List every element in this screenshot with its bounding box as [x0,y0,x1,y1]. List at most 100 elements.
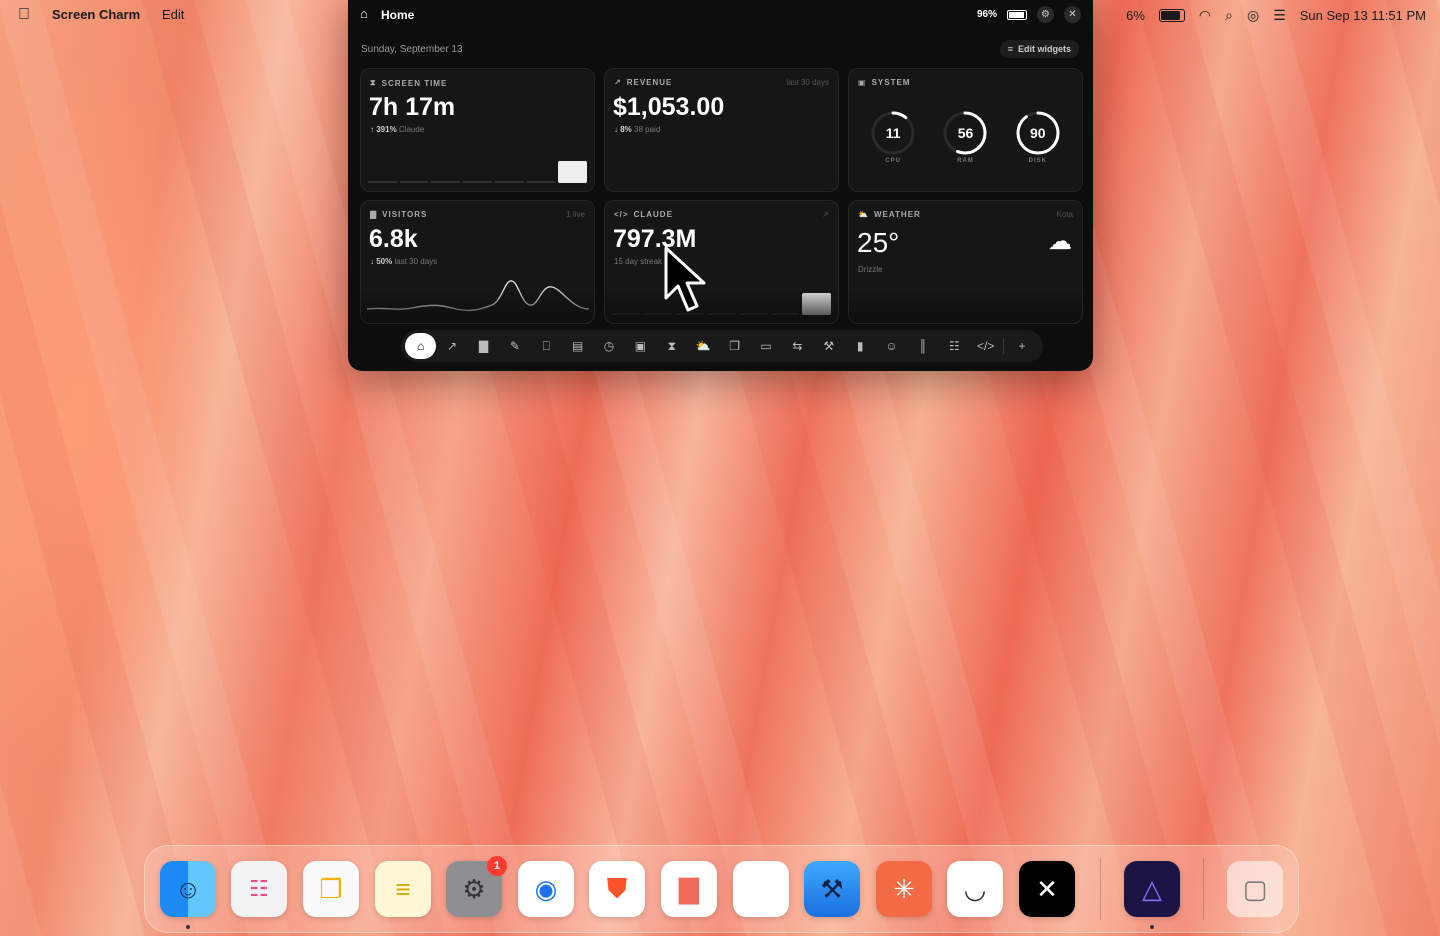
revenue-change: 8% [620,125,632,134]
battery-icon[interactable] [1158,8,1185,22]
panel-date: Sunday, September 13 [361,44,463,55]
weather-tab-icon[interactable]: ⛅ [688,333,719,359]
running-indicator [186,925,190,929]
visitors-label: VISITORS [382,210,428,219]
open-external-icon[interactable]: ↗ [822,210,829,219]
revenue-value: $1,053.00 [613,93,725,121]
revenue-widget[interactable]: ↗ REVENUE last 30 days $1,053.00 ↓ 8% 38… [604,68,839,192]
files-tab-icon[interactable]: ❐ [719,333,750,359]
menu-bar-clock[interactable]: Sun Sep 13 11:51 PM [1300,8,1426,23]
system-title: ▣ SYSTEM [858,78,910,87]
bar-chart-tab-icon[interactable]: ▇ [468,333,499,359]
grid-tab-icon[interactable]: ☷ [939,333,970,359]
visitors-value: 6.8k [369,225,418,253]
siri-icon[interactable]: ◎ [1247,7,1259,24]
screen-time-sub: ↑ 391% Claude [370,125,425,134]
widget-tab-bar: ⌂ ↗ ▇ ✎ ⎕ ▤ ◷ ▣ ⧗ ⛅ ❐ ▭ ⇆ ⚒ ▮ ☺ ║ ☷ </> … [401,330,1043,362]
bar [463,181,492,183]
claude-fade [605,287,838,323]
bar-highlight [558,161,588,183]
claude-label: CLAUDE [633,210,673,219]
macos-dock: ☺ ☷ ❐ ≡ ⚙ 1 ◉ ⛊ ▇ ⚒ ✳ ◡ ✕ △ ▢ [144,845,1299,933]
notes-app-icon[interactable]: ≡ [375,861,431,917]
window-tab-icon[interactable]: ▭ [750,333,781,359]
transfer-tab-icon[interactable]: ⇆ [782,333,813,359]
finder-app-icon[interactable]: ☺ [160,861,216,917]
trash-icon[interactable]: ▢ [1227,861,1283,917]
tools-tab-icon[interactable]: ⚒ [813,333,844,359]
chip-icon: ▣ [858,78,867,87]
bookmark-tab-icon[interactable]: ▮ [844,333,875,359]
screen-charm-panel: ⌂ Home 96% ⚙ ✕ Sunday, September 13 ≡ Ed… [348,0,1093,371]
analytics-app-icon[interactable]: ▇ [661,861,717,917]
panel-title: Home [381,8,415,22]
launchpad-app-icon[interactable]: ☷ [231,861,287,917]
screen-time-widget[interactable]: ⧗ SCREEN TIME 7h 17m ↑ 391% Claude [360,68,595,192]
wifi-icon[interactable]: ◠ [1199,7,1211,24]
inbox-tab-icon[interactable]: ⎕ [531,333,562,359]
edit-tab-icon[interactable]: ✎ [499,333,530,359]
bar [431,181,461,183]
hourglass-tab-icon[interactable]: ⧗ [656,333,687,359]
bar [399,181,429,183]
panel-header: ⌂ Home 96% ⚙ ✕ [348,0,1093,30]
system-widget[interactable]: ▣ SYSTEM 11 CPU 56 RAM 90 DISK [848,68,1083,192]
add-tab-icon[interactable]: + [1006,333,1037,359]
screen-time-bars [368,161,588,183]
chrome-app-icon[interactable]: ◉ [518,861,574,917]
edit-widgets-label: Edit widgets [1017,44,1071,54]
control-center-icon[interactable]: ☰ [1273,7,1286,24]
menu-edit[interactable]: Edit [162,7,184,22]
settings-gear-icon[interactable]: ⚙ [1037,6,1054,23]
weather-title: ⛅ WEATHER [858,210,921,219]
visitors-title: ▇ VISITORS [370,210,427,219]
ram-label: RAM [957,158,974,164]
blank-app-icon[interactable] [733,861,789,917]
revenue-title: ↗ REVENUE [614,78,672,87]
character-app-icon[interactable]: ◡ [947,861,1003,917]
bar [526,181,556,183]
xcode-app-icon[interactable]: ⚒ [804,861,860,917]
revenue-sub: ↓ 8% 38 paid [614,125,661,134]
code-tab-icon[interactable]: </> [970,333,1001,359]
revenue-note: 38 paid [634,125,661,134]
calendar-tab-icon[interactable]: ▤ [562,333,593,359]
home-tab-icon[interactable]: ⌂ [405,333,437,359]
clock-tab-icon[interactable]: ◷ [593,333,624,359]
hourglass-icon: ⧗ [370,78,377,87]
line-chart-tab-icon[interactable]: ↗ [436,333,467,359]
visitors-note: last 30 days [394,257,438,266]
weather-widget[interactable]: ⛅ WEATHER Kota 25° ☁ Drizzle [848,200,1083,324]
sliders-icon: ≡ [1007,44,1013,54]
claude-app-icon[interactable]: ✳ [876,861,932,917]
partly-cloudy-icon: ⛅ [858,210,869,219]
claude-widget[interactable]: </> CLAUDE ↗ 797.3M 15 day streak [604,200,839,324]
system-settings-app-icon[interactable]: ⚙ 1 [446,856,507,917]
claude-note: 15 day streak [614,257,663,266]
cpu-gauge: 11 CPU [868,109,918,164]
dock-divider [1203,858,1204,920]
audio-tab-icon[interactable]: ║ [907,333,938,359]
stickies-app-icon[interactable]: ❐ [303,861,359,917]
weather-fade [849,287,1082,323]
system-gauges: 11 CPU 56 RAM 90 DISK [857,109,1074,164]
app-menu-name[interactable]: Screen Charm [52,7,140,22]
revenue-label: REVENUE [626,78,673,87]
chip-tab-icon[interactable]: ▣ [625,333,656,359]
visitors-widget[interactable]: ▇ VISITORS 1 live 6.8k ↓ 50% last 30 day… [360,200,595,324]
revenue-range: last 30 days [786,78,829,87]
edit-widgets-button[interactable]: ≡ Edit widgets [999,40,1079,58]
x-app-icon[interactable]: ✕ [1019,861,1075,917]
search-icon[interactable]: ⌕ [1225,7,1233,24]
apple-logo-icon[interactable]:  [18,6,30,24]
affinity-app-icon[interactable]: △ [1124,861,1180,917]
brave-app-icon[interactable]: ⛊ [589,861,645,917]
ram-value: 56 [957,125,974,141]
dock-divider [1100,858,1101,920]
emoji-tab-icon[interactable]: ☺ [876,333,907,359]
screen-time-label: SCREEN TIME [381,78,448,88]
close-icon[interactable]: ✕ [1064,6,1081,23]
screen-time-title: ⧗ SCREEN TIME [370,78,447,88]
cpu-value: 11 [885,125,901,141]
weather-location: Kota [1056,210,1073,219]
